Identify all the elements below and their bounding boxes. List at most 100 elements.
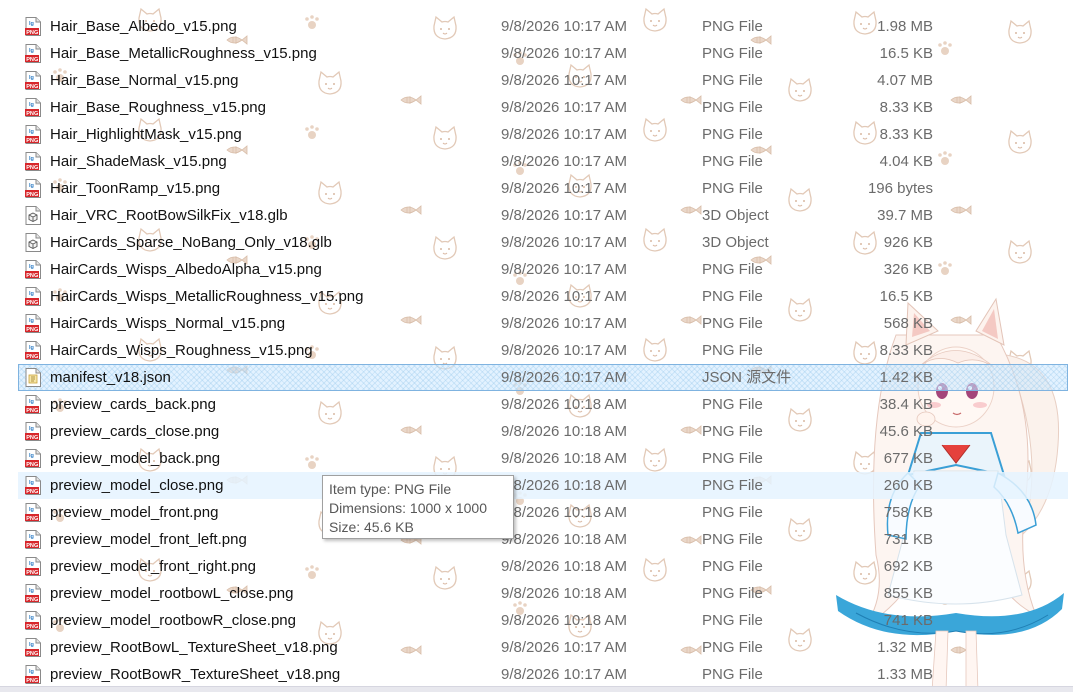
- file-row[interactable]: lg PNG preview_RootBowL_TextureSheet_v18.p…: [18, 634, 1068, 661]
- file-name: preview_RootBowR_TextureSheet_v18.png: [50, 666, 341, 683]
- png-file-icon: lg PNG: [25, 449, 41, 468]
- svg-text:lg: lg: [29, 183, 34, 189]
- file-size: 39.7 MB: [877, 207, 933, 224]
- file-name: Hair_Base_Normal_v15.png: [50, 72, 239, 89]
- png-file-icon: lg PNG: [25, 503, 41, 522]
- file-date-modified: 9/8/2026 10:17 AM: [501, 288, 627, 305]
- file-type: PNG File: [702, 18, 763, 35]
- svg-text:lg: lg: [29, 264, 34, 270]
- svg-text:lg: lg: [29, 291, 34, 297]
- file-row[interactable]: lg PNG Hair_Base_Normal_v15.png 9/8/2026 10…: [18, 67, 1068, 94]
- svg-text:PNG: PNG: [26, 651, 38, 657]
- svg-text:lg: lg: [29, 48, 34, 54]
- file-type: PNG File: [702, 72, 763, 89]
- file-row[interactable]: lg PNG preview_model_front_left.png 9/8/202…: [18, 526, 1068, 553]
- file-date-modified: 9/8/2026 10:17 AM: [501, 369, 627, 386]
- file-row[interactable]: lg PNG preview_model_rootbowL_close.png 9/8…: [18, 580, 1068, 607]
- file-size: 8.33 KB: [879, 342, 933, 359]
- file-row[interactable]: lg PNG preview_cards_back.png 9/8/2026 10:1…: [18, 391, 1068, 418]
- file-size: 758 KB: [883, 504, 933, 521]
- file-type: PNG File: [702, 558, 763, 575]
- file-type: PNG File: [702, 180, 763, 197]
- file-date-modified: 9/8/2026 10:17 AM: [501, 639, 627, 656]
- file-row[interactable]: lg PNG HairCards_Wisps_Roughness_v15.png 9/…: [18, 337, 1068, 364]
- svg-text:PNG: PNG: [26, 570, 38, 576]
- png-file-icon: lg PNG: [25, 395, 41, 414]
- svg-text:lg: lg: [29, 129, 34, 135]
- png-file-icon: lg PNG: [25, 125, 41, 144]
- png-file-icon: lg PNG: [25, 557, 41, 576]
- svg-text:PNG: PNG: [26, 327, 38, 333]
- file-name: preview_model_rootbowL_close.png: [50, 585, 294, 602]
- horizontal-scrollbar[interactable]: [0, 686, 1073, 692]
- png-file-icon: lg PNG: [25, 98, 41, 117]
- svg-text:lg: lg: [29, 588, 34, 594]
- file-row[interactable]: lg PNG Hair_ToonRamp_v15.png 9/8/2026 10:17…: [18, 175, 1068, 202]
- file-row[interactable]: lg PNG preview_model_close.png 9/8/2026 10:…: [18, 472, 1068, 499]
- file-row[interactable]: HairCards_Sparse_NoBang_Only_v18.glb 9/8/…: [18, 229, 1068, 256]
- file-row[interactable]: lg PNG preview_model_front_right.png 9/8/20…: [18, 553, 1068, 580]
- file-name: Hair_HighlightMask_v15.png: [50, 126, 242, 143]
- svg-text:PNG: PNG: [26, 678, 38, 684]
- png-file-icon: lg PNG: [25, 179, 41, 198]
- file-date-modified: 9/8/2026 10:18 AM: [501, 504, 627, 521]
- file-type: PNG File: [702, 315, 763, 332]
- file-name: preview_cards_back.png: [50, 396, 216, 413]
- file-row[interactable]: lg PNG Hair_ShadeMask_v15.png 9/8/2026 10:1…: [18, 148, 1068, 175]
- png-file-icon: lg PNG: [25, 422, 41, 441]
- png-file-icon: lg PNG: [25, 638, 41, 657]
- file-date-modified: 9/8/2026 10:17 AM: [501, 45, 627, 62]
- file-row[interactable]: lg PNG Hair_Base_MetallicRoughness_v15.png…: [18, 40, 1068, 67]
- file-date-modified: 9/8/2026 10:18 AM: [501, 585, 627, 602]
- svg-text:lg: lg: [29, 507, 34, 513]
- file-size: 692 KB: [883, 558, 933, 575]
- file-type: PNG File: [702, 423, 763, 440]
- file-row[interactable]: lg PNG Hair_Base_Roughness_v15.png 9/8/2026…: [18, 94, 1068, 121]
- png-file-icon: lg PNG: [25, 476, 41, 495]
- file-name: preview_cards_close.png: [50, 423, 220, 440]
- file-row[interactable]: lg PNG preview_model_front.png 9/8/2026 10:…: [18, 499, 1068, 526]
- svg-text:lg: lg: [29, 399, 34, 405]
- file-name: HairCards_Sparse_NoBang_Only_v18.glb: [50, 234, 332, 251]
- file-size: 45.6 KB: [879, 423, 933, 440]
- tooltip-size: Size: 45.6 KB: [329, 519, 414, 535]
- file-row[interactable]: lg PNG Hair_Base_Albedo_v15.png 9/8/2026 10…: [18, 13, 1068, 40]
- file-row[interactable]: manifest_v18.json 9/8/2026 10:17 AM JSON 源…: [18, 364, 1068, 391]
- file-row[interactable]: lg PNG HairCards_Wisps_Normal_v15.png 9/8/2…: [18, 310, 1068, 337]
- png-file-icon: lg PNG: [25, 530, 41, 549]
- file-type: PNG File: [702, 639, 763, 656]
- svg-text:PNG: PNG: [26, 516, 38, 522]
- file-date-modified: 9/8/2026 10:17 AM: [501, 342, 627, 359]
- svg-text:PNG: PNG: [26, 273, 38, 279]
- svg-text:PNG: PNG: [26, 192, 38, 198]
- file-row[interactable]: lg PNG preview_RootBowR_TextureSheet_v18.p…: [18, 661, 1068, 688]
- file-row[interactable]: lg PNG preview_cards_close.png 9/8/2026 10:…: [18, 418, 1068, 445]
- file-date-modified: 9/8/2026 10:17 AM: [501, 180, 627, 197]
- png-file-icon: lg PNG: [25, 314, 41, 333]
- file-size: 16.5 KB: [879, 288, 933, 305]
- svg-text:PNG: PNG: [26, 111, 38, 117]
- file-row[interactable]: lg PNG HairCards_Wisps_MetallicRoughness_v…: [18, 283, 1068, 310]
- file-row[interactable]: lg PNG HairCards_Wisps_AlbedoAlpha_v15.png…: [18, 256, 1068, 283]
- file-row[interactable]: lg PNG preview_model_back.png 9/8/2026 10:1…: [18, 445, 1068, 472]
- svg-text:PNG: PNG: [26, 462, 38, 468]
- svg-text:PNG: PNG: [26, 57, 38, 63]
- file-row[interactable]: lg PNG Hair_HighlightMask_v15.png 9/8/2026 …: [18, 121, 1068, 148]
- svg-text:lg: lg: [29, 426, 34, 432]
- file-type: PNG File: [702, 531, 763, 548]
- file-type: PNG File: [702, 126, 763, 143]
- file-name: HairCards_Wisps_Normal_v15.png: [50, 315, 286, 332]
- svg-text:PNG: PNG: [26, 165, 38, 171]
- svg-text:lg: lg: [29, 156, 34, 162]
- file-name: Hair_ToonRamp_v15.png: [50, 180, 221, 197]
- file-row[interactable]: Hair_VRC_RootBowSilkFix_v18.glb 9/8/2026 …: [18, 202, 1068, 229]
- file-row[interactable]: lg PNG preview_model_rootbowR_close.png 9/8…: [18, 607, 1068, 634]
- file-size: 4.04 KB: [879, 153, 933, 170]
- file-size: 731 KB: [883, 531, 933, 548]
- svg-text:PNG: PNG: [26, 408, 38, 414]
- file-size: 196 bytes: [867, 180, 933, 197]
- svg-text:lg: lg: [29, 480, 34, 486]
- file-date-modified: 9/8/2026 10:18 AM: [501, 612, 627, 629]
- file-type: PNG File: [702, 477, 763, 494]
- file-name: preview_model_close.png: [50, 477, 224, 494]
